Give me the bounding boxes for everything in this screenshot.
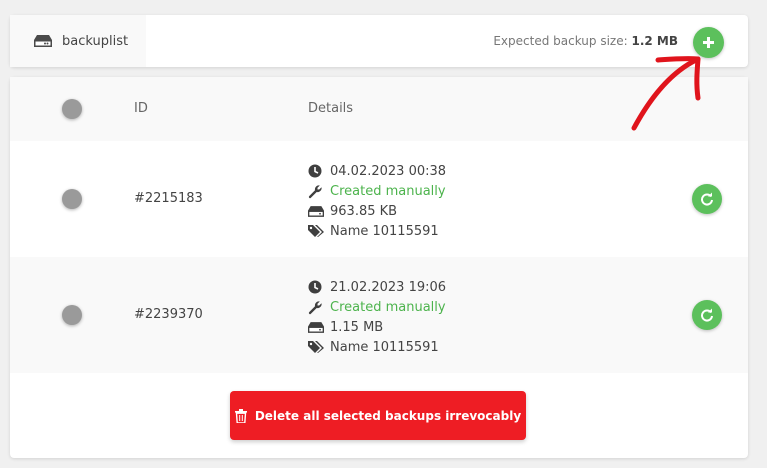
column-header-details: Details bbox=[308, 101, 354, 116]
detail-name: Name 10115591 bbox=[308, 221, 446, 241]
wrench-icon bbox=[308, 184, 322, 198]
detail-size: 963.85 KB bbox=[308, 201, 446, 221]
hard-drive-icon bbox=[308, 321, 324, 333]
detail-type: Created manually bbox=[308, 297, 446, 317]
tags-icon bbox=[308, 225, 324, 237]
clock-icon bbox=[308, 280, 322, 294]
detail-size: 1.15 MB bbox=[308, 317, 446, 337]
detail-type: Created manually bbox=[308, 181, 446, 201]
table-row: #2215183 04.02.2023 00:38 Created manual… bbox=[10, 141, 748, 257]
backup-list-panel: ID Details #2215183 04.02.2023 00:38 Cre… bbox=[10, 77, 748, 458]
backup-id: #2215183 bbox=[134, 191, 203, 206]
column-header-id: ID bbox=[134, 101, 148, 116]
refresh-icon bbox=[701, 308, 713, 322]
tab-label: backuplist bbox=[62, 33, 129, 49]
hard-drive-icon bbox=[308, 205, 324, 217]
delete-selected-backups-button[interactable]: Delete all selected backups irrevocably bbox=[230, 391, 526, 440]
hard-drive-icon bbox=[34, 35, 52, 47]
row-select-checkbox[interactable] bbox=[62, 305, 82, 325]
trash-icon bbox=[234, 408, 247, 423]
annotation-arrow-icon bbox=[631, 56, 701, 131]
table-row: #2239370 21.02.2023 19:06 Created manual… bbox=[10, 257, 748, 373]
clock-icon bbox=[308, 164, 322, 178]
restore-backup-button[interactable] bbox=[692, 184, 722, 214]
detail-date: 04.02.2023 00:38 bbox=[308, 161, 446, 181]
refresh-icon bbox=[701, 192, 713, 206]
plus-icon bbox=[703, 37, 714, 48]
wrench-icon bbox=[308, 300, 322, 314]
expected-backup-size: Expected backup size: 1.2 MB bbox=[493, 34, 678, 48]
backup-id: #2239370 bbox=[134, 307, 203, 322]
tags-icon bbox=[308, 341, 324, 353]
expected-size-label: Expected backup size: bbox=[493, 34, 628, 48]
tab-backuplist[interactable]: backuplist bbox=[10, 15, 146, 67]
expected-size-value: 1.2 MB bbox=[631, 34, 678, 48]
detail-date: 21.02.2023 19:06 bbox=[308, 277, 446, 297]
delete-button-label: Delete all selected backups irrevocably bbox=[254, 408, 522, 423]
row-select-checkbox[interactable] bbox=[62, 189, 82, 209]
backup-details: 21.02.2023 19:06 Created manually 1.15 M… bbox=[308, 277, 446, 357]
restore-backup-button[interactable] bbox=[692, 300, 722, 330]
detail-name: Name 10115591 bbox=[308, 337, 446, 357]
backup-details: 04.02.2023 00:38 Created manually 963.85… bbox=[308, 161, 446, 241]
select-all-checkbox[interactable] bbox=[62, 99, 82, 119]
